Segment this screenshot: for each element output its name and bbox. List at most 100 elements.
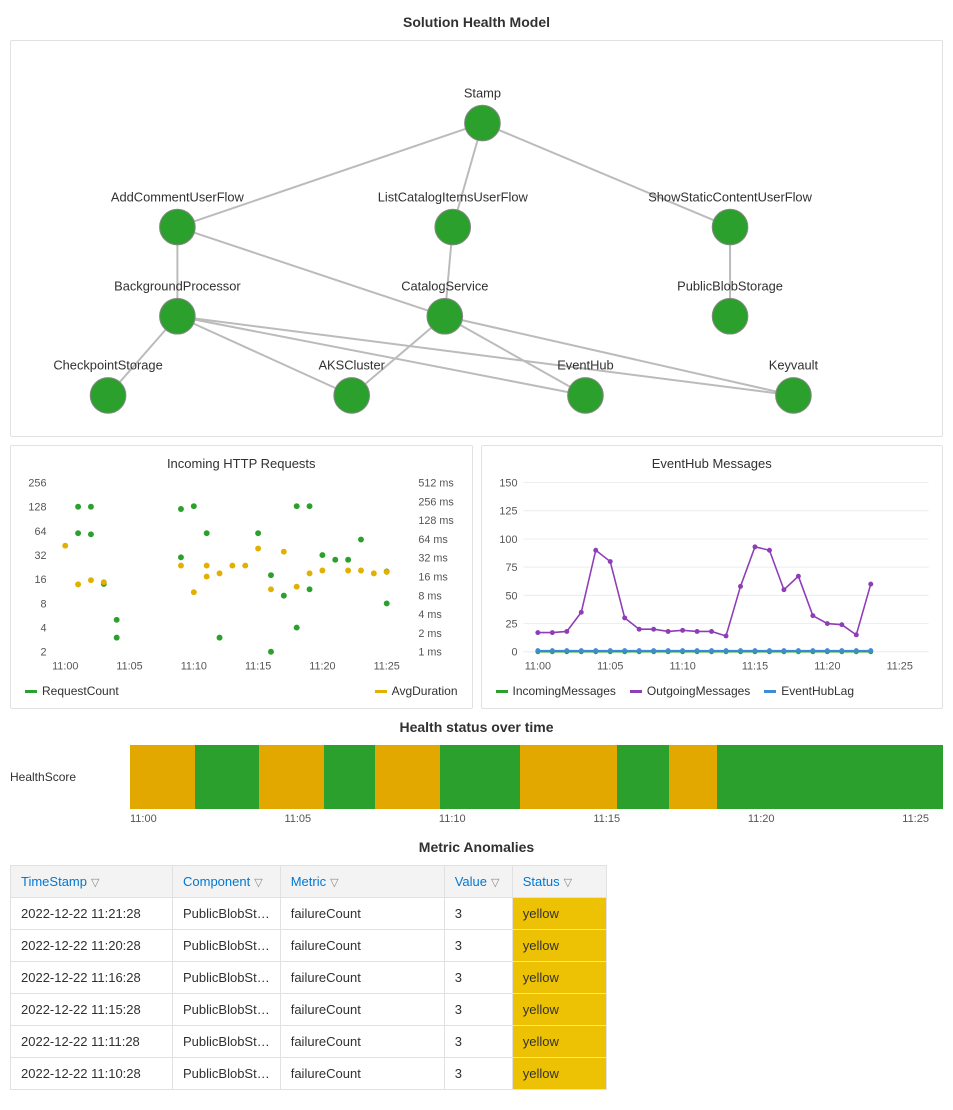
health-segment[interactable] [195, 745, 260, 809]
http-requests-chart-card: Incoming HTTP Requests 2481632641282561 … [10, 445, 473, 709]
svg-text:11:10: 11:10 [181, 660, 207, 672]
svg-text:4 ms: 4 ms [418, 609, 442, 621]
svg-text:128: 128 [28, 502, 46, 514]
health-over-time-title: Health status over time [10, 719, 943, 735]
svg-text:11:10: 11:10 [669, 660, 695, 672]
table-row[interactable]: 2022-12-22 11:15:28PublicBlobSt…failureC… [11, 994, 607, 1026]
health-segment[interactable] [375, 745, 440, 809]
svg-text:150: 150 [499, 478, 517, 490]
svg-text:CheckpointStorage: CheckpointStorage [53, 358, 162, 373]
svg-text:11:00: 11:00 [52, 660, 78, 672]
svg-text:64 ms: 64 ms [418, 534, 448, 546]
svg-text:25: 25 [505, 618, 517, 630]
svg-text:11:15: 11:15 [245, 660, 271, 672]
healthscore-axis-label: HealthScore [10, 770, 130, 784]
svg-text:125: 125 [499, 506, 517, 518]
col-component[interactable]: Component▽ [173, 866, 281, 898]
svg-text:512 ms: 512 ms [418, 478, 454, 490]
eventhub-chart-legend: IncomingMessages OutgoingMessages EventH… [486, 680, 939, 704]
svg-text:11:05: 11:05 [116, 660, 142, 672]
health-segment[interactable] [669, 745, 717, 809]
svg-text:AKSCluster: AKSCluster [318, 358, 385, 373]
table-row[interactable]: 2022-12-22 11:10:28PublicBlobSt…failureC… [11, 1058, 607, 1090]
eventhub-chart-card: EventHub Messages 0 25 50 75 100 125 150 11:00 1… [481, 445, 944, 709]
svg-text:ListCatalogItemsUserFlow: ListCatalogItemsUserFlow [378, 189, 529, 204]
svg-text:11:20: 11:20 [309, 660, 335, 672]
col-metric[interactable]: Metric▽ [280, 866, 444, 898]
table-row[interactable]: 2022-12-22 11:11:28PublicBlobSt…failureC… [11, 1026, 607, 1058]
col-timestamp[interactable]: TimeStamp▽ [11, 866, 173, 898]
filter-icon[interactable]: ▽ [491, 877, 499, 889]
health-segment[interactable] [617, 745, 669, 809]
table-row[interactable]: 2022-12-22 11:20:28PublicBlobSt…failureC… [11, 930, 607, 962]
graph-node-checkpointstorage[interactable]: CheckpointStorage [53, 358, 162, 414]
health-segment[interactable] [130, 745, 195, 809]
svg-text:4: 4 [40, 623, 46, 635]
health-timeline-ticks: 11:0011:0511:1011:1511:2011:25 [130, 809, 929, 825]
eventhub-chart[interactable]: 0 25 50 75 100 125 150 11:00 11:05 11:10 11:15 11:2… [486, 477, 939, 677]
svg-text:256: 256 [28, 478, 46, 490]
graph-node-showstaticcontentuserflow[interactable]: ShowStaticContentUserFlow [648, 189, 812, 245]
svg-text:2: 2 [40, 647, 46, 659]
svg-text:11:00: 11:00 [524, 660, 550, 672]
svg-text:100: 100 [499, 534, 517, 546]
filter-icon[interactable]: ▽ [254, 877, 262, 889]
svg-text:Stamp: Stamp [464, 85, 501, 100]
graph-node-listcatalogitemsuserflow[interactable]: ListCatalogItemsUserFlow [378, 189, 529, 245]
filter-icon[interactable]: ▽ [330, 877, 338, 889]
legend-avgduration: AvgDuration [375, 684, 458, 698]
svg-text:75: 75 [505, 562, 517, 574]
eventhub-chart-title: EventHub Messages [486, 456, 939, 471]
svg-text:PublicBlobStorage: PublicBlobStorage [677, 278, 783, 293]
filter-icon[interactable]: ▽ [91, 877, 99, 889]
col-status[interactable]: Status▽ [512, 866, 606, 898]
filter-icon[interactable]: ▽ [564, 877, 572, 889]
svg-text:32 ms: 32 ms [418, 553, 448, 565]
svg-text:BackgroundProcessor: BackgroundProcessor [114, 278, 241, 293]
table-row[interactable]: 2022-12-22 11:16:28PublicBlobSt…failureC… [11, 962, 607, 994]
graph-node-stamp[interactable]: Stamp [464, 85, 501, 141]
legend-lag: EventHubLag [764, 684, 854, 698]
graph-node-addcommentuserflow[interactable]: AddCommentUserFlow [111, 189, 245, 245]
http-chart-legend: RequestCount AvgDuration [15, 680, 468, 704]
col-value[interactable]: Value▽ [444, 866, 512, 898]
health-segment[interactable] [324, 745, 376, 809]
svg-text:0: 0 [511, 647, 517, 659]
svg-text:CatalogService: CatalogService [401, 278, 488, 293]
svg-text:128 ms: 128 ms [418, 515, 454, 527]
svg-text:16 ms: 16 ms [418, 571, 448, 583]
svg-text:11:25: 11:25 [374, 660, 400, 672]
svg-text:32: 32 [34, 550, 46, 562]
http-chart-title: Incoming HTTP Requests [15, 456, 468, 471]
svg-text:ShowStaticContentUserFlow: ShowStaticContentUserFlow [648, 189, 812, 204]
svg-text:8 ms: 8 ms [418, 590, 442, 602]
health-segment[interactable] [259, 745, 324, 809]
metric-anomalies-title: Metric Anomalies [10, 839, 943, 855]
health-segment[interactable] [440, 745, 521, 809]
svg-text:256 ms: 256 ms [418, 496, 454, 508]
svg-text:11:05: 11:05 [597, 660, 623, 672]
graph-node-publicblobstorage[interactable]: PublicBlobStorage [677, 278, 783, 334]
svg-text:11:15: 11:15 [741, 660, 767, 672]
dependency-graph[interactable]: Stamp AddCommentUserFlow ListCatalogItemsU… [11, 47, 942, 427]
page-title: Solution Health Model [10, 14, 943, 30]
svg-text:EventHub: EventHub [557, 358, 613, 373]
svg-text:2 ms: 2 ms [418, 628, 442, 640]
svg-text:Keyvault: Keyvault [769, 358, 819, 373]
legend-incoming: IncomingMessages [496, 684, 616, 698]
svg-text:11:20: 11:20 [814, 660, 840, 672]
health-segment[interactable] [520, 745, 617, 809]
solution-health-graph-card: Stamp AddCommentUserFlow ListCatalogItemsU… [10, 40, 943, 437]
graph-node-keyvault[interactable]: Keyvault [769, 358, 819, 414]
legend-requestcount: RequestCount [25, 684, 119, 698]
legend-outgoing: OutgoingMessages [630, 684, 750, 698]
svg-text:11:25: 11:25 [886, 660, 912, 672]
svg-text:50: 50 [505, 590, 517, 602]
svg-text:AddCommentUserFlow: AddCommentUserFlow [111, 189, 245, 204]
graph-node-eventhub[interactable]: EventHub [557, 358, 613, 414]
http-requests-chart[interactable]: 2481632641282561 ms2 ms4 ms8 ms16 ms32 m… [15, 477, 468, 677]
metric-anomalies-table: TimeStamp▽Component▽Metric▽Value▽Status▽… [10, 865, 607, 1090]
health-segment[interactable] [717, 745, 943, 809]
health-timeline-bar[interactable] [130, 745, 943, 809]
table-row[interactable]: 2022-12-22 11:21:28PublicBlobSt…failureC… [11, 898, 607, 930]
